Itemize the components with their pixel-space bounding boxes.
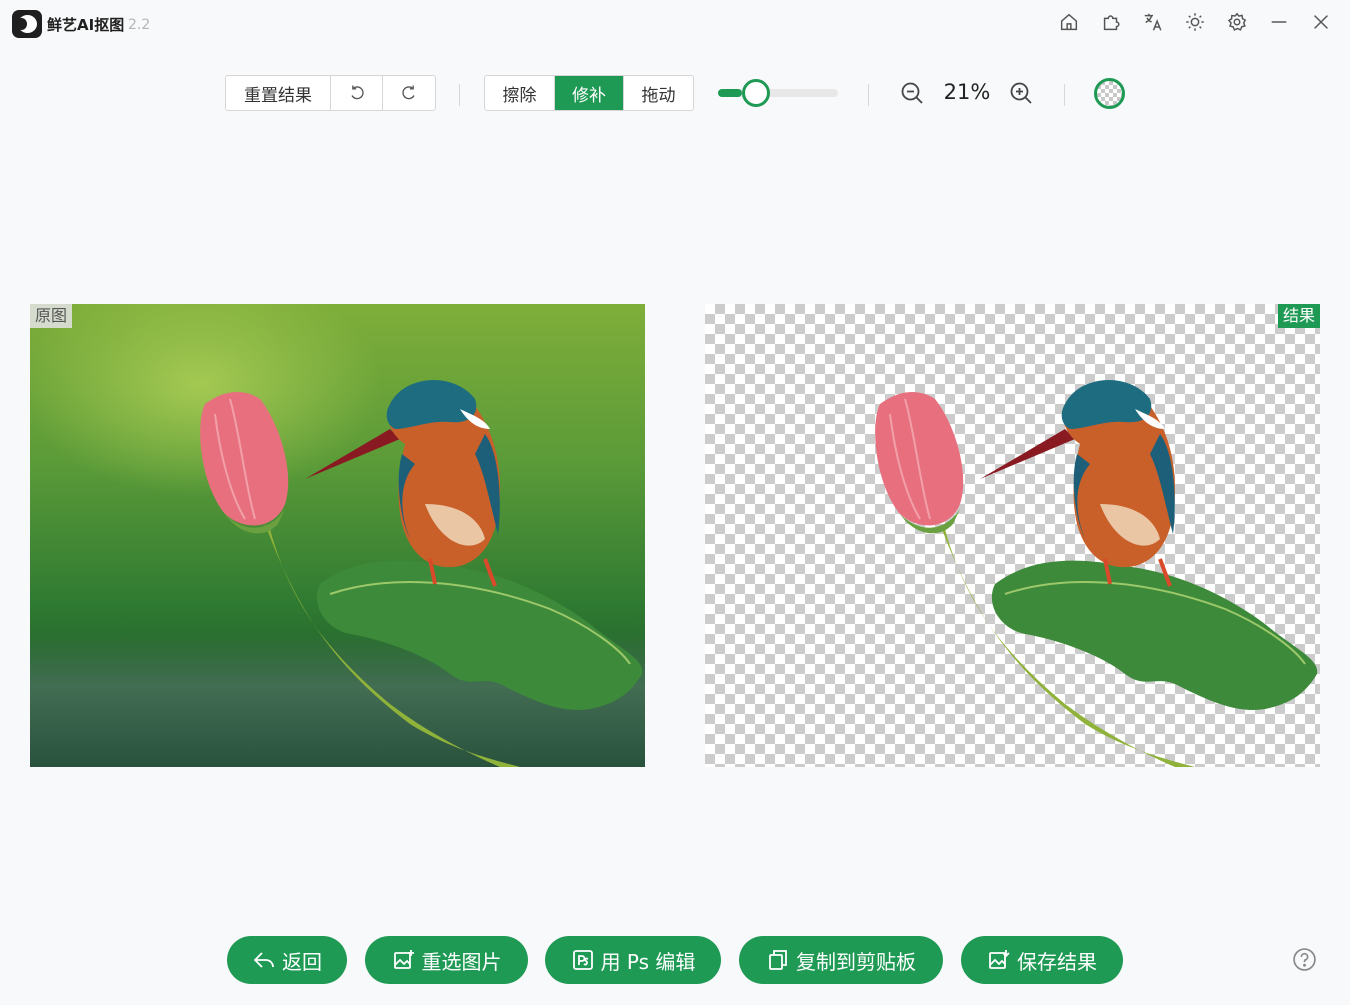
brightness-icon[interactable]: [1174, 8, 1216, 36]
zoom-in-icon: [1010, 82, 1032, 104]
undo-button[interactable]: [331, 76, 383, 110]
app-version: 2.2: [128, 17, 151, 33]
kingfisher-lotus-cutout: [875, 380, 1318, 767]
brush-size-slider[interactable]: [718, 79, 840, 107]
mode-drag-button[interactable]: 拖动: [624, 76, 693, 110]
transparent-background-icon[interactable]: [1094, 78, 1125, 109]
ps-edit-button[interactable]: 用 Ps 编辑: [545, 936, 721, 984]
translate-icon[interactable]: [1132, 8, 1174, 36]
help-circle-icon[interactable]: [1292, 947, 1317, 972]
slider-fill: [718, 89, 742, 97]
undo-icon: [350, 85, 364, 100]
close-icon[interactable]: [1300, 8, 1342, 36]
mode-button-group: 擦除 修补 拖动: [484, 75, 694, 111]
slider-thumb[interactable]: [742, 79, 770, 107]
kingfisher-lotus-image: [200, 380, 643, 767]
app-name: 鲜艺AI抠图: [47, 16, 125, 34]
minimize-icon[interactable]: [1258, 8, 1300, 36]
back-button-label: 返回: [282, 949, 322, 974]
zoom-out-icon: [901, 82, 923, 104]
zoom-out-button[interactable]: [899, 80, 925, 106]
redo-button[interactable]: [383, 76, 435, 110]
save-result-button[interactable]: 保存结果: [961, 936, 1123, 984]
original-image-panel: 原图: [30, 304, 645, 767]
reset-result-button[interactable]: 重置结果: [226, 76, 331, 110]
zoom-in-button[interactable]: [1008, 80, 1034, 106]
toolbar-divider: [1064, 84, 1065, 106]
title-bar: 鲜艺AI抠图 2.2: [0, 0, 1350, 48]
reselect-image-label: 重选图片: [421, 949, 502, 974]
toolbar-divider: [868, 84, 869, 106]
gear-icon[interactable]: [1216, 8, 1258, 36]
ps-edit-label: 用 Ps 编辑: [600, 949, 696, 974]
mode-erase-button[interactable]: 擦除: [485, 76, 555, 110]
copy-to-clipboard-button[interactable]: 复制到剪贴板: [739, 936, 943, 984]
result-label: 结果: [1277, 304, 1320, 328]
save-result-label: 保存结果: [1017, 949, 1097, 974]
image-save-icon: [989, 950, 1010, 969]
back-button[interactable]: 返回: [227, 936, 347, 984]
back-arrow-icon: [253, 952, 274, 968]
image-add-icon: [393, 950, 414, 969]
toolbar-divider: [459, 84, 460, 106]
redo-icon: [402, 85, 415, 100]
reselect-image-button[interactable]: 重选图片: [365, 936, 528, 984]
puzzle-icon[interactable]: [1090, 8, 1132, 36]
photoshop-icon: [572, 950, 593, 970]
original-label: 原图: [30, 304, 73, 328]
copy-icon: [769, 950, 787, 970]
copy-to-clipboard-label: 复制到剪贴板: [796, 949, 916, 974]
result-image-panel: 结果: [705, 304, 1320, 767]
mode-repair-button[interactable]: 修补: [555, 76, 624, 110]
home-icon[interactable]: [1048, 8, 1090, 36]
history-button-group: 重置结果: [225, 75, 436, 111]
app-logo: [12, 10, 42, 38]
zoom-level: 21%: [943, 80, 991, 104]
